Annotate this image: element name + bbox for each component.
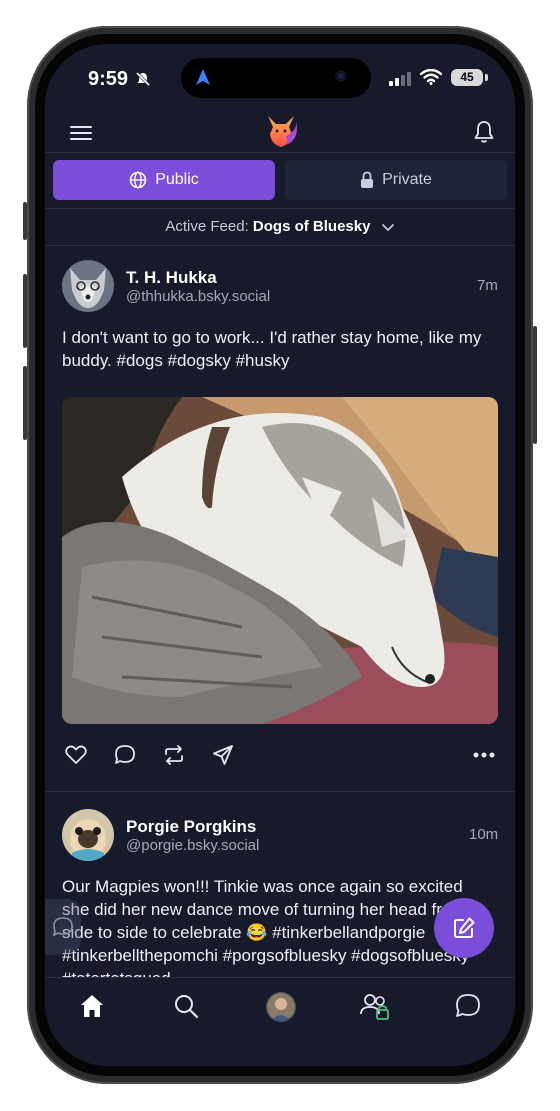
post-text-line: Our Magpies won!!! Tinkie was once again… <box>62 877 463 896</box>
bell-icon[interactable] <box>473 120 495 144</box>
action-button <box>23 202 27 240</box>
chevron-down-icon <box>381 224 394 232</box>
profile-avatar[interactable] <box>266 992 296 1022</box>
comment-icon[interactable] <box>114 744 136 766</box>
tab-private-label: Private <box>382 171 432 188</box>
avatar[interactable] <box>62 260 114 312</box>
post-text: I don't want to go to work... I'd rather… <box>62 328 482 370</box>
profile-photo <box>267 993 295 1021</box>
status-time: 9:59 <box>88 68 129 90</box>
tab-private[interactable]: Private <box>285 160 507 200</box>
repost-icon[interactable] <box>163 745 185 765</box>
pug-avatar-image <box>62 809 114 861</box>
chat-icon[interactable] <box>455 993 481 1019</box>
compose-button[interactable] <box>434 898 494 958</box>
active-feed-name: Dogs of Bluesky <box>252 218 371 235</box>
post-divider <box>45 791 515 792</box>
tab-public-label: Public <box>155 171 199 188</box>
globe-icon <box>129 171 147 189</box>
location-arrow-icon <box>196 69 210 85</box>
signal-icon <box>389 72 411 86</box>
tabs-divider <box>45 208 515 209</box>
fox-logo-icon[interactable] <box>262 112 300 150</box>
heart-icon[interactable] <box>65 745 87 765</box>
floating-chat-tab[interactable] <box>45 899 81 955</box>
author-handle[interactable]: @porgie.bsky.social <box>126 837 259 854</box>
active-feed-selector[interactable]: Active Feed: Dogs of Bluesky <box>45 218 515 235</box>
author-name[interactable]: Porgie Porgkins <box>126 817 256 837</box>
share-icon[interactable] <box>212 744 234 766</box>
more-icon[interactable] <box>473 752 495 758</box>
app-screen: 9:59 45 Public Private Active Feed: Dogs… <box>45 44 515 1066</box>
post-image[interactable] <box>62 397 498 724</box>
tab-public[interactable]: Public <box>53 160 275 200</box>
avatar[interactable] <box>62 809 114 861</box>
people-icon[interactable] <box>359 992 391 1022</box>
lock-icon <box>361 171 374 188</box>
header-divider <box>45 152 515 153</box>
compose-icon <box>454 917 475 938</box>
home-icon[interactable] <box>79 993 105 1019</box>
wifi-icon <box>420 69 442 85</box>
post-time: 10m <box>469 826 499 843</box>
chat-bubble-icon <box>52 917 73 937</box>
author-name[interactable]: T. H. Hukka <box>126 268 217 288</box>
hamburger-menu-icon[interactable] <box>70 124 92 142</box>
wolf-avatar-image <box>62 260 114 312</box>
volume-up-button <box>23 274 27 348</box>
bell-muted-icon <box>135 71 151 87</box>
battery-indicator: 45 <box>451 69 483 86</box>
power-button <box>533 326 537 444</box>
feed-divider <box>45 245 515 246</box>
author-handle[interactable]: @thhukka.bsky.social <box>126 288 270 305</box>
search-icon[interactable] <box>173 993 199 1019</box>
husky-sleeping-image <box>62 397 498 724</box>
bottom-nav <box>45 977 515 1066</box>
active-feed-prefix: Active Feed: <box>165 218 249 235</box>
battery-tip <box>485 74 488 81</box>
post-time: 7m <box>477 277 498 294</box>
camera-icon <box>335 70 347 82</box>
volume-down-button <box>23 366 27 440</box>
